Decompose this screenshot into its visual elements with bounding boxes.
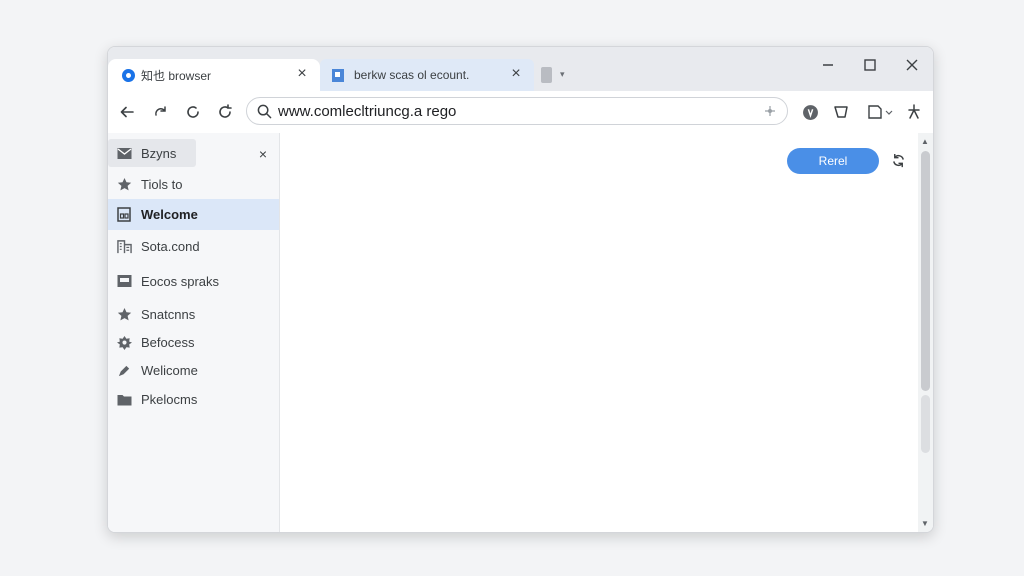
pen-icon	[116, 362, 132, 378]
shield-button[interactable]	[831, 102, 851, 122]
tab-close-button[interactable]: ×	[508, 66, 524, 82]
toolbar	[108, 91, 933, 134]
sidebar-item-befocess[interactable]: Befocess	[108, 328, 279, 356]
scroll-down-icon[interactable]: ▼	[921, 519, 929, 528]
rerel-button[interactable]: Rerel	[787, 148, 879, 174]
page-menu-button[interactable]	[865, 102, 895, 122]
tab-strip: 知也 browser × berkw scas ol ecount. × ▾	[108, 47, 933, 91]
sidebar-item-label: Pkelocms	[141, 391, 198, 407]
sidebar: Bzyns × Tiols to Welcome Sota.cond Eocos…	[108, 133, 280, 532]
close-window-button[interactable]	[898, 55, 926, 75]
forward-icon	[155, 106, 166, 116]
new-tab-button[interactable]	[541, 67, 552, 83]
sync-icon	[892, 153, 904, 167]
page-icon	[868, 105, 893, 119]
star-icon	[116, 306, 132, 322]
reload-icon	[187, 106, 199, 118]
close-icon	[906, 59, 918, 71]
sidebar-item-label: Eocos spraks	[141, 273, 220, 289]
tab-dropdown-icon[interactable]: ▾	[560, 69, 565, 80]
sidebar-item-welicome[interactable]: Welicome	[108, 356, 279, 384]
refresh-icon	[219, 104, 232, 118]
sparkle-icon[interactable]	[763, 104, 777, 118]
sidebar-item-tiols-to[interactable]: Tiols to	[108, 170, 279, 198]
scrollbar-thumb[interactable]	[921, 151, 930, 391]
tab-close-button[interactable]: ×	[294, 66, 310, 82]
sidebar-item-eocos-spraks[interactable]: Eocos spraks	[108, 267, 279, 295]
image-icon	[116, 273, 132, 289]
star-icon	[116, 176, 132, 192]
sidebar-item-label: Befocess	[141, 334, 195, 350]
sidebar-item-sota-cond[interactable]: Sota.cond	[108, 232, 279, 260]
folder-icon	[116, 391, 132, 407]
sidebar-item-snatcnns[interactable]: Snatcnns	[108, 300, 279, 328]
gear-icon	[116, 334, 132, 350]
maximize-icon	[864, 59, 876, 71]
address-bar[interactable]	[246, 97, 788, 125]
tab-title: 知也 browser	[141, 68, 212, 83]
sidebar-item-label: Snatcnns	[141, 306, 196, 322]
back-button[interactable]	[117, 102, 137, 122]
scrollbar[interactable]: ▲ ▼	[918, 133, 933, 532]
tab-browser[interactable]: 知也 browser ×	[108, 59, 320, 91]
extension-icon	[802, 104, 818, 120]
reload-button[interactable]	[183, 102, 203, 122]
refresh-button[interactable]	[215, 102, 235, 122]
sidebar-item-label: Bzyns	[141, 145, 177, 161]
sidebar-item-label: Sota.cond	[141, 238, 200, 254]
sidebar-item-welcome[interactable]: Welcome	[108, 199, 279, 230]
search-icon	[257, 104, 272, 118]
mail-icon	[116, 145, 132, 161]
building-icon	[116, 238, 132, 254]
page-content: Rerel	[280, 133, 918, 532]
browser-window: 知也 browser × berkw scas ol ecount. × ▾ w…	[107, 46, 934, 533]
sidebar-item-label: Welicome	[141, 362, 198, 378]
url-input[interactable]	[278, 102, 738, 120]
forward-button[interactable]	[151, 102, 171, 122]
tab-title: berkw scas ol ecount.	[354, 68, 470, 82]
maximize-button[interactable]	[856, 55, 884, 75]
minimize-button[interactable]	[814, 55, 842, 75]
document-icon	[116, 207, 132, 223]
sidebar-item-bzyns[interactable]: Bzyns	[108, 139, 196, 167]
extension-button[interactable]	[800, 102, 820, 122]
sidebar-item-label: Tiols to	[141, 176, 183, 192]
shield-icon	[834, 106, 848, 118]
browser-logo-icon	[122, 68, 135, 82]
scroll-up-icon[interactable]: ▲	[921, 137, 929, 146]
minimize-icon	[823, 64, 833, 66]
sync-button[interactable]	[889, 151, 907, 169]
tab-account[interactable]: berkw scas ol ecount. ×	[320, 59, 534, 91]
sidebar-item-pkelocms[interactable]: Pkelocms	[108, 385, 279, 413]
scrollbar-track	[921, 395, 930, 453]
back-icon	[120, 106, 134, 118]
menu-icon	[908, 104, 920, 119]
menu-button[interactable]	[904, 102, 924, 122]
flag-icon	[332, 68, 344, 82]
sidebar-close-button[interactable]: ×	[256, 147, 270, 161]
sidebar-item-label: Welcome	[141, 207, 198, 222]
